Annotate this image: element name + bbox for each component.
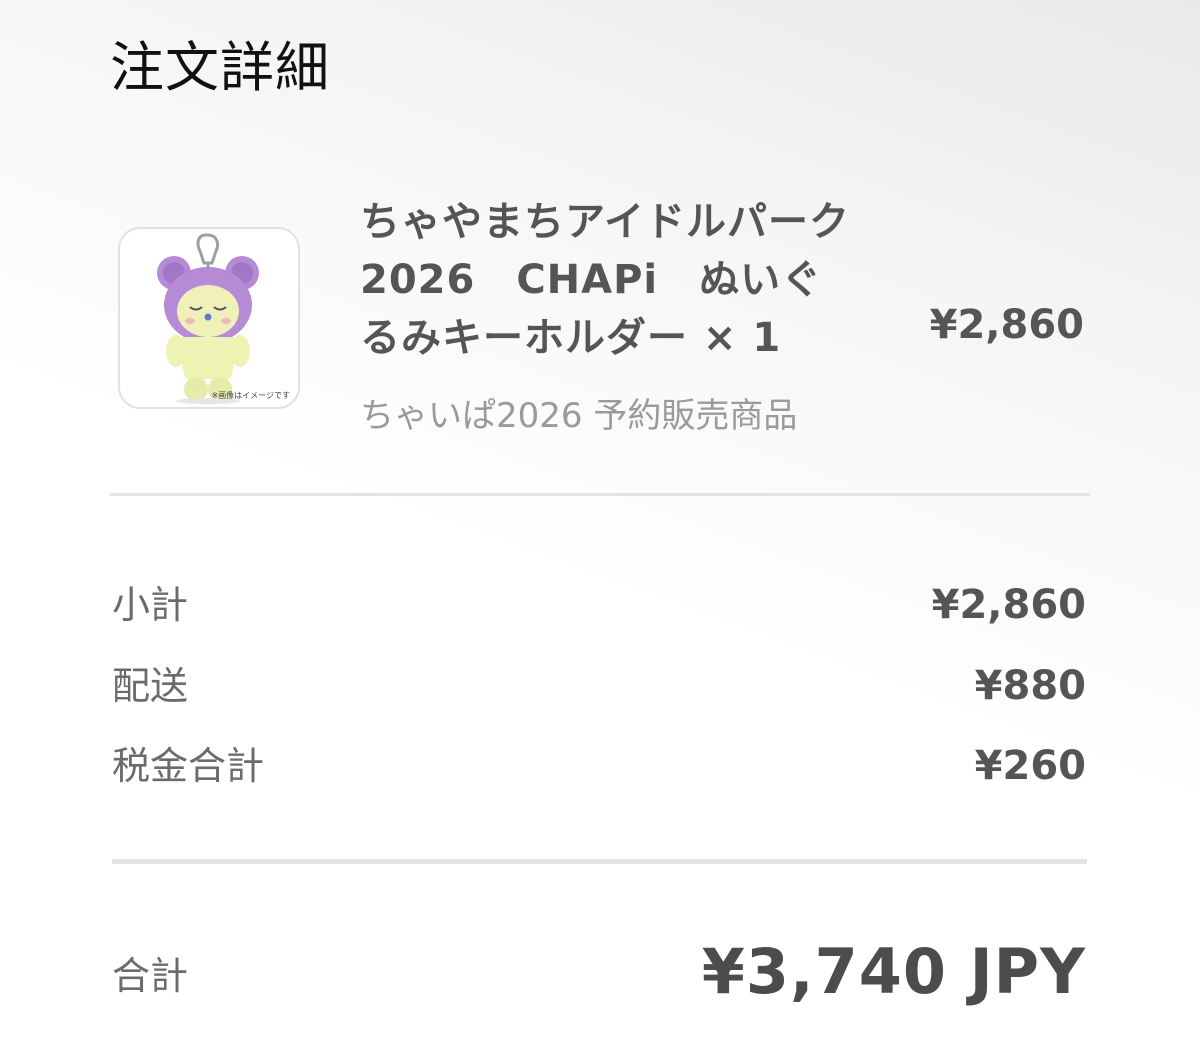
page-title: 注文詳細	[110, 36, 330, 99]
shipping-row: 配送 ¥880	[112, 658, 1086, 714]
plush-keychain-image	[157, 233, 259, 404]
subtotal-row: 小計 ¥2,860	[112, 577, 1086, 633]
subtotal-label: 小計	[112, 583, 189, 627]
shipping-label: 配送	[112, 664, 189, 708]
subtotal-value: ¥2,860	[931, 582, 1086, 628]
tax-value: ¥260	[974, 743, 1086, 789]
product-name: ちゃやまちアイドルパーク2026 CHAPi ぬいぐるみキーホルダー × 1	[360, 199, 850, 361]
product-thumbnail[interactable]: ※画像はイメージです	[118, 227, 300, 409]
tax-label: 税金合計	[112, 744, 265, 788]
product-variant: ちゃいぱ2026 予約販売商品	[360, 396, 798, 436]
product-price: ¥2,860	[929, 302, 1084, 348]
section-divider	[110, 493, 1090, 496]
image-disclaimer: ※画像はイメージです	[211, 391, 290, 400]
total-label: 合計	[112, 954, 189, 998]
total-divider	[112, 859, 1087, 864]
total-row: 合計 ¥3,740 JPY	[112, 932, 1086, 1012]
tax-row: 税金合計 ¥260	[112, 738, 1086, 794]
total-value: ¥3,740 JPY	[701, 935, 1086, 1008]
shipping-value: ¥880	[974, 663, 1086, 709]
